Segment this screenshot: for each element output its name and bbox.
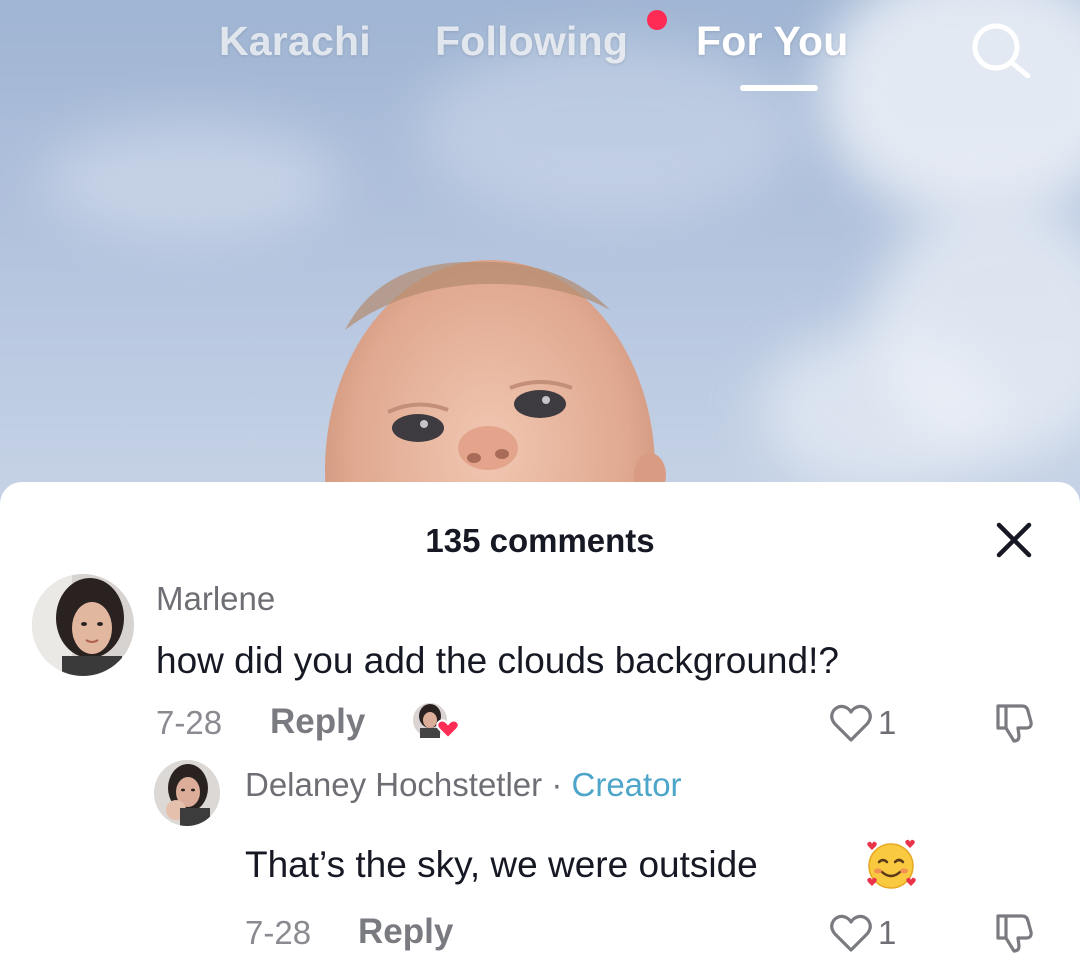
- creator-badge: Creator: [571, 766, 682, 803]
- following-notification-dot: [647, 10, 667, 30]
- like-count: 1: [878, 914, 897, 951]
- top-navigation: Karachi Following For You: [0, 0, 1080, 110]
- like-count: 1: [878, 704, 897, 741]
- liked-by-creator-icon: [411, 701, 460, 740]
- dislike-icon[interactable]: [994, 912, 1034, 954]
- like-button[interactable]: 1: [828, 702, 896, 744]
- comment-username[interactable]: Delaney Hochstetler · Creator: [245, 766, 682, 804]
- dislike-icon[interactable]: [994, 702, 1034, 744]
- reply-button[interactable]: Reply: [358, 912, 453, 952]
- avatar-delaney-hochstetler[interactable]: [154, 760, 220, 826]
- heart-icon: [830, 914, 872, 952]
- like-button[interactable]: 1: [828, 912, 896, 954]
- tab-karachi[interactable]: Karachi: [219, 18, 371, 65]
- comment-date: 7-28: [156, 704, 223, 741]
- comment-text: That’s the sky, we were outside: [245, 844, 758, 885]
- comments-panel: 135 comments Marlene how did you add the…: [0, 482, 1080, 964]
- avatar-marlene[interactable]: [32, 574, 134, 676]
- active-tab-indicator: [740, 85, 818, 91]
- tab-for-you[interactable]: For You: [696, 18, 849, 65]
- reply-button[interactable]: Reply: [270, 702, 365, 742]
- tab-following[interactable]: Following: [435, 18, 628, 65]
- close-icon[interactable]: [994, 520, 1034, 560]
- comment-username[interactable]: Marlene: [156, 580, 275, 618]
- search-icon[interactable]: [968, 20, 1036, 78]
- smiling-face-with-hearts-emoji: [867, 839, 916, 889]
- comment-count: 135 comments: [425, 522, 655, 559]
- comment-text: how did you add the clouds background!?: [156, 640, 839, 681]
- username-text[interactable]: Delaney Hochstetler: [245, 766, 542, 803]
- comment-date: 7-28: [245, 914, 312, 951]
- heart-icon: [830, 704, 872, 742]
- separator-dot: ·: [551, 766, 563, 803]
